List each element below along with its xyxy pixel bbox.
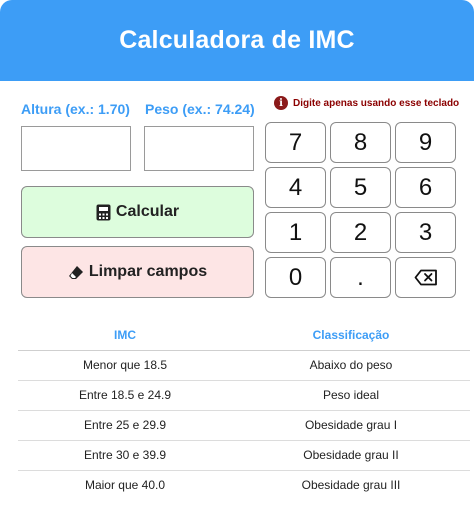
calcular-label: Calcular (115, 203, 180, 220)
warning-text: Digite apenas usando esse teclado (293, 97, 460, 109)
altura-label: Altura (ex.: 1.70) (21, 101, 130, 117)
key-decimal[interactable]: . (330, 257, 391, 298)
limpar-campos-button[interactable]: Limpar campos (21, 246, 254, 298)
peso-label: Peso (ex.: 74.24) (145, 101, 255, 117)
table-row: Entre 30 e 39.9 Obesidade grau II (18, 440, 470, 471)
backspace-icon (414, 269, 438, 286)
imc-range: Entre 25 e 29.9 (18, 410, 232, 441)
limpar-label: Limpar campos (88, 263, 208, 280)
column-header-classificacao: Classificação (232, 320, 470, 351)
calculator-icon (96, 204, 111, 221)
imc-range: Maior que 40.0 (84, 478, 166, 493)
table-row: Entre 18.5 e 24.9 Peso ideal (18, 380, 470, 411)
key-1[interactable]: 1 (265, 212, 326, 253)
keyboard-warning: i Digite apenas usando esse teclado (274, 96, 459, 110)
classification: Obesidade grau III (301, 478, 401, 493)
table-header-row: IMC Classificação (18, 320, 470, 351)
key-7[interactable]: 7 (265, 122, 326, 163)
imc-table: IMC Classificação Menor que 18.5 Abaixo … (18, 320, 470, 500)
classification: Obesidade grau II (232, 440, 470, 471)
app-header: Calculadora de IMC (0, 0, 474, 81)
classification: Peso ideal (232, 380, 470, 411)
table-row: Maior que 40.0 Obesidade grau III (18, 470, 470, 500)
altura-input[interactable] (21, 126, 131, 171)
key-backspace[interactable] (395, 257, 456, 298)
eraser-icon (68, 265, 84, 280)
key-4[interactable]: 4 (265, 167, 326, 208)
classification: Obesidade grau I (232, 410, 470, 441)
info-icon: i (274, 96, 288, 110)
table-row: Entre 25 e 29.9 Obesidade grau I (18, 410, 470, 441)
key-5[interactable]: 5 (330, 167, 391, 208)
column-header-imc: IMC (18, 320, 232, 351)
imc-range: Entre 30 e 39.9 (18, 440, 232, 471)
table-row: Menor que 18.5 Abaixo do peso (18, 350, 470, 381)
key-9[interactable]: 9 (395, 122, 456, 163)
key-0[interactable]: 0 (265, 257, 326, 298)
imc-range: Menor que 18.5 (18, 350, 232, 381)
page-title: Calculadora de IMC (119, 26, 355, 54)
calcular-button[interactable]: Calcular (21, 186, 254, 238)
key-2[interactable]: 2 (330, 212, 391, 253)
key-3[interactable]: 3 (395, 212, 456, 253)
peso-input[interactable] (144, 126, 254, 171)
imc-range: Entre 18.5 e 24.9 (18, 380, 232, 411)
classification: Abaixo do peso (232, 350, 470, 381)
key-8[interactable]: 8 (330, 122, 391, 163)
key-6[interactable]: 6 (395, 167, 456, 208)
